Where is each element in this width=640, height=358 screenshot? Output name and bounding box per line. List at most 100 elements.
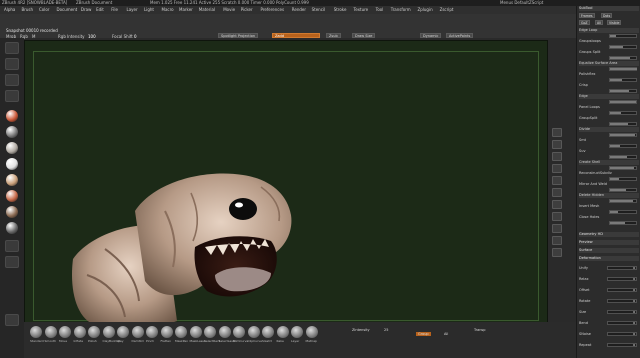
dots-button[interactable]: Dots (601, 13, 613, 18)
brush-flatten-icon[interactable] (160, 326, 173, 338)
menu-item-tool[interactable]: Tool (376, 6, 384, 14)
material-swatch-icon[interactable] (6, 142, 18, 154)
canvas-viewport[interactable] (24, 40, 548, 330)
material-swatch-icon[interactable] (6, 110, 18, 122)
rotate-icon[interactable] (552, 248, 562, 257)
brush-selectlasso-icon[interactable] (218, 326, 231, 338)
option-slider[interactable] (609, 177, 637, 181)
menu-item-material[interactable]: Material (199, 6, 215, 14)
brush-pinch-icon[interactable] (146, 326, 158, 338)
geometry-hd-header[interactable]: Geometry HD (579, 232, 639, 237)
deformation-slider[interactable]: 0 (607, 332, 637, 336)
deformation-slider[interactable]: 0 (607, 288, 637, 292)
option-slider[interactable] (609, 100, 637, 104)
brush-standard-icon[interactable] (30, 326, 42, 338)
option-slider[interactable] (609, 166, 637, 170)
brush-inflate-icon[interactable] (73, 326, 86, 338)
tool-option-row[interactable]: Groupsloops (579, 39, 639, 44)
scale-icon[interactable] (552, 236, 562, 245)
tool-option-row[interactable]: Insert Mesh (579, 204, 639, 209)
option-slider[interactable] (609, 78, 637, 82)
menu-item-stroke[interactable]: Stroke (334, 6, 347, 14)
brush-trimcurve-icon[interactable] (233, 326, 245, 338)
option-slider[interactable] (609, 122, 637, 126)
deformation-slider[interactable]: 0 (607, 266, 637, 270)
alpha-icon[interactable] (5, 74, 19, 86)
menu-item-texture[interactable]: Texture (354, 6, 369, 14)
color-picker-icon[interactable] (5, 240, 19, 252)
tool-option-row[interactable]: Delete Hidden (579, 193, 639, 198)
option-slider[interactable] (609, 89, 637, 93)
brush-clay-icon[interactable] (117, 326, 129, 338)
brush-layer-icon[interactable] (291, 326, 303, 338)
preview-header[interactable]: Preview (579, 240, 639, 245)
goz-button[interactable]: GoZ (579, 20, 590, 25)
brush-rake-icon[interactable] (276, 326, 289, 338)
option-slider[interactable] (609, 221, 637, 225)
aahalf-icon[interactable] (552, 152, 562, 161)
brush-smooth-icon[interactable] (44, 326, 57, 338)
m-toggle[interactable]: M (32, 34, 35, 39)
move-icon[interactable] (552, 224, 562, 233)
menu-item-light[interactable]: Light (144, 6, 154, 14)
stroke-icon[interactable] (5, 58, 19, 70)
menu-item-macro[interactable]: Macro (162, 6, 174, 14)
zintensity-label[interactable]: Zintensity (352, 328, 370, 332)
brush-claybuildup-icon[interactable] (102, 326, 115, 338)
material-swatch-icon[interactable] (6, 222, 18, 234)
brush-slash3-icon[interactable] (262, 326, 274, 338)
tool-option-row[interactable]: Panel Loops (579, 105, 639, 110)
all-toggle[interactable]: All (444, 332, 448, 336)
deformation-slider[interactable]: 0 (607, 277, 637, 281)
brush-clipcurve-icon[interactable] (247, 326, 260, 338)
brush-matcap-icon[interactable] (305, 326, 318, 338)
deformation-slider[interactable]: 0 (607, 299, 637, 303)
tool-option-row[interactable]: Divide (579, 127, 639, 132)
tool-option-row[interactable]: Equalize Surface Area (579, 61, 639, 66)
floor-grid-icon[interactable] (5, 314, 19, 326)
material-swatch-icon[interactable] (6, 126, 18, 138)
menu-item-file[interactable]: File (111, 6, 118, 14)
option-slider[interactable] (609, 155, 637, 159)
deformation-slider[interactable]: 0 (607, 343, 637, 347)
dynamic-button[interactable]: Dynamic (420, 33, 442, 38)
menu-item-zplugin[interactable]: Zplugin (418, 6, 433, 14)
option-slider[interactable] (609, 133, 637, 137)
texture-icon[interactable] (5, 90, 19, 102)
tool-option-row[interactable]: Mirror And Weld (579, 182, 639, 187)
menu-item-edit[interactable]: Edit (96, 6, 104, 14)
group-button[interactable]: Group (416, 332, 431, 336)
option-slider[interactable] (609, 210, 637, 214)
brush-selectrect-icon[interactable] (204, 326, 216, 338)
visible-button[interactable]: Visible (607, 20, 622, 25)
option-slider[interactable] (609, 56, 637, 60)
menu-item-brush[interactable]: Brush (22, 6, 34, 14)
zadd-button[interactable]: Zadd (272, 33, 320, 38)
menu-item-draw[interactable]: Draw (81, 6, 91, 14)
subtool-header[interactable]: SubTool (579, 6, 639, 11)
tool-option-row[interactable]: Polishflex (579, 72, 639, 77)
option-slider[interactable] (609, 111, 637, 115)
brush-move-icon[interactable] (59, 326, 71, 338)
option-slider[interactable] (609, 34, 637, 38)
tool-option-row[interactable]: Edge (579, 94, 639, 99)
zsub-button[interactable]: Zsub (326, 33, 341, 38)
menu-item-movie[interactable]: Movie (223, 6, 235, 14)
actual-size-icon[interactable] (552, 140, 562, 149)
spotlight-projection-label[interactable]: Spotlight Projection (218, 33, 259, 38)
tool-option-row[interactable]: Smt (579, 138, 639, 143)
frames-button[interactable]: Frames (579, 13, 595, 18)
option-slider[interactable] (609, 67, 637, 71)
material-swatch-icon[interactable] (6, 174, 18, 186)
tool-option-row[interactable]: GroupSplit (579, 116, 639, 121)
brush-damstd-icon[interactable] (131, 326, 144, 338)
menu-item-picker[interactable]: Picker (241, 6, 253, 14)
tool-option-row[interactable]: Create Shell (579, 160, 639, 165)
switch-color-icon[interactable] (5, 256, 19, 268)
floor-icon[interactable] (552, 176, 562, 185)
menu-item-layer[interactable]: Layer (127, 6, 138, 14)
option-slider[interactable] (609, 45, 637, 49)
rgb-intensity-label[interactable]: Rgb Intensity (58, 34, 85, 39)
zoom-icon[interactable] (552, 128, 562, 137)
brush-maskpen-icon[interactable] (175, 326, 187, 338)
